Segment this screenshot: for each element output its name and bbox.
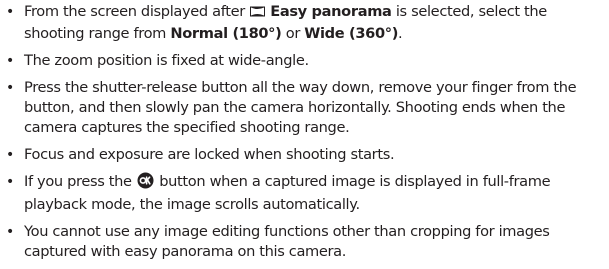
bullet: • [6, 174, 14, 190]
option-normal: Normal (180°) [170, 25, 282, 42]
mode-name: Easy panorama [270, 3, 392, 20]
list-item: • Focus and exposure are locked when sho… [6, 145, 605, 165]
bullet: • [6, 4, 14, 20]
instruction-page: • From the screen displayed after Easy p… [0, 0, 609, 269]
list-item: • From the screen displayed after Easy p… [6, 2, 605, 44]
item-text: Press the shutter-release button all the… [24, 79, 577, 136]
bullet: • [6, 224, 14, 240]
item-text-end: . [398, 25, 403, 42]
item-text: Focus and exposure are locked when shoot… [24, 146, 395, 163]
option-wide: Wide (360°) [304, 25, 399, 42]
item-text: You cannot use any image editing functio… [24, 223, 550, 260]
list-item: • You cannot use any image editing funct… [6, 222, 605, 262]
bullet: • [6, 53, 14, 69]
item-text: The zoom position is fixed at wide-angle… [24, 52, 309, 69]
list-item: • The zoom position is fixed at wide-ang… [6, 51, 605, 71]
item-text-or: or [281, 25, 305, 42]
notes-list: • From the screen displayed after Easy p… [6, 2, 605, 262]
list-item: • Press the shutter-release button all t… [6, 78, 605, 138]
ok-button-icon [137, 172, 154, 195]
bullet: • [6, 80, 14, 96]
easy-panorama-icon [249, 4, 266, 24]
item-text-start: If you press the [24, 173, 136, 190]
list-item: • If you press the button when a capture… [6, 172, 605, 215]
bullet: • [6, 147, 14, 163]
item-text-start: From the screen displayed after [24, 3, 250, 20]
